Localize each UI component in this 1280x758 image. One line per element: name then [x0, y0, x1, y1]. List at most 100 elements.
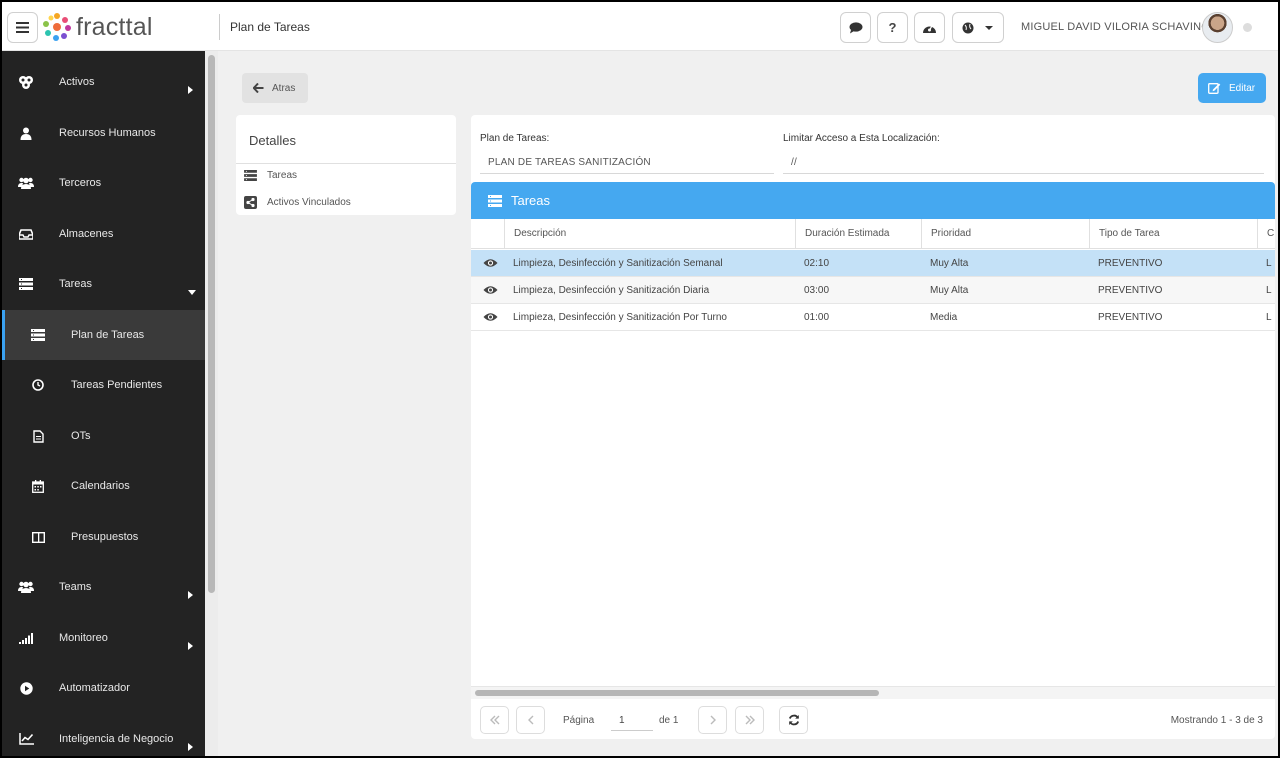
- chart-icon: [18, 731, 34, 747]
- sidebar-item-activos[interactable]: Activos: [2, 57, 205, 107]
- task-duration: 02:10: [804, 258, 830, 269]
- dashboard-icon: [923, 24, 936, 33]
- caret-right-icon: [188, 86, 193, 94]
- avatar[interactable]: [1202, 12, 1233, 43]
- sidebar-item-terceros[interactable]: Terceros: [2, 158, 205, 208]
- last-page-button[interactable]: [735, 706, 764, 734]
- user-icon: [18, 125, 34, 141]
- page-number-input[interactable]: [611, 711, 653, 731]
- next-page-button[interactable]: [698, 706, 727, 734]
- user-name[interactable]: MIGUEL DAVID VILORIA SCHAVINO: [1021, 21, 1210, 33]
- sidebar-item-label: Calendarios: [71, 480, 130, 492]
- group-icon: [18, 175, 34, 191]
- eye-icon[interactable]: [483, 258, 498, 268]
- chevron-left-icon: [527, 715, 533, 725]
- eye-icon[interactable]: [483, 285, 498, 295]
- details-link-tareas[interactable]: Tareas: [244, 170, 297, 181]
- sidebar-scrollbar-thumb[interactable]: [208, 55, 215, 593]
- table-scrollbar-thumb[interactable]: [475, 690, 879, 696]
- chat-button[interactable]: [840, 12, 871, 43]
- back-label: Atras: [272, 82, 296, 94]
- divider: [219, 14, 220, 40]
- task-priority: Muy Alta: [930, 285, 969, 296]
- column-header-duracion[interactable]: Duración Estimada: [795, 219, 921, 249]
- column-header-extra[interactable]: C: [1257, 219, 1275, 249]
- sidebar-item-label: Almacenes: [59, 228, 114, 240]
- divider: [236, 163, 456, 164]
- details-link-label: Activos Vinculados: [267, 197, 351, 208]
- task-extra: L: [1266, 285, 1272, 296]
- sidebar-item-automatizador[interactable]: Automatizador: [2, 663, 205, 713]
- sidebar-item-plan-de-tareas[interactable]: Plan de Tareas: [2, 310, 205, 360]
- hamburger-icon: [16, 22, 29, 33]
- details-link-activos-vinculados[interactable]: Activos Vinculados: [244, 196, 351, 209]
- help-button[interactable]: ?: [877, 12, 908, 43]
- refresh-button[interactable]: [779, 706, 808, 734]
- sidebar-item-label: Monitoreo: [59, 632, 108, 644]
- sidebar-item-inteligencia-de-negocio[interactable]: Inteligencia de Negocio: [2, 714, 205, 756]
- task-priority: Media: [930, 312, 958, 323]
- first-page-button[interactable]: [480, 706, 509, 734]
- tasks-icon: [18, 276, 34, 292]
- tasks-icon: [30, 327, 46, 343]
- sidebar-item-label: Activos: [59, 76, 95, 88]
- chat-icon: [849, 21, 862, 33]
- language-dropdown[interactable]: [952, 12, 1004, 43]
- sidebar-item-ots[interactable]: OTs: [2, 411, 205, 461]
- app-window: fracttal Plan de Tareas ? MIGUEL DAVID V…: [2, 2, 1278, 756]
- share-icon: [244, 196, 257, 209]
- sidebar-item-monitoreo[interactable]: Monitoreo: [2, 613, 205, 663]
- task-duration: 01:00: [804, 312, 830, 323]
- sidebar-item-label: Presupuestos: [71, 531, 139, 543]
- sidebar-item-label: Inteligencia de Negocio: [59, 733, 174, 745]
- page-total: de 1: [659, 715, 679, 726]
- table-row[interactable]: Limpieza, Desinfección y Sanitización Di…: [471, 277, 1275, 304]
- access-limit-underline: [783, 173, 1264, 174]
- sidebar-item-label: Automatizador: [59, 682, 130, 694]
- top-bar: fracttal Plan de Tareas ? MIGUEL DAVID V…: [2, 2, 1278, 51]
- dashboard-button[interactable]: [914, 12, 945, 43]
- sidebar-item-tareas-pendientes[interactable]: Tareas Pendientes: [2, 360, 205, 410]
- refresh-icon: [788, 714, 799, 726]
- column-header-prioridad[interactable]: Prioridad: [921, 219, 1089, 249]
- details-link-label: Tareas: [267, 170, 298, 181]
- task-description: Limpieza, Desinfección y Sanitización Po…: [513, 312, 727, 323]
- caret-right-icon: [188, 642, 193, 650]
- menu-button[interactable]: [7, 12, 38, 43]
- sidebar-item-teams[interactable]: Teams: [2, 562, 205, 612]
- back-button[interactable]: Atras: [242, 73, 308, 103]
- table-row[interactable]: Limpieza, Desinfección y Sanitización Se…: [471, 250, 1275, 277]
- caret-down-icon: [188, 290, 196, 295]
- fracttal-logo-icon: [43, 13, 71, 41]
- double-chevron-left-icon: [489, 715, 499, 725]
- column-header-descripcion[interactable]: Descripción: [504, 219, 795, 249]
- sidebar-item-presupuestos[interactable]: Presupuestos: [2, 512, 205, 562]
- chevron-right-icon: [710, 715, 716, 725]
- task-type: PREVENTIVO: [1098, 258, 1163, 269]
- details-title: Detalles: [249, 133, 296, 148]
- brand-logo[interactable]: fracttal: [42, 11, 153, 43]
- plan-name-underline: [480, 173, 774, 174]
- globe-icon: [962, 22, 974, 33]
- table-row[interactable]: Limpieza, Desinfección y Sanitización Po…: [471, 304, 1275, 331]
- task-description: Limpieza, Desinfección y Sanitización Se…: [513, 258, 723, 269]
- tasks-table-header: Descripción Duración Estimada Prioridad …: [471, 219, 1275, 249]
- sidebar-item-almacenes[interactable]: Almacenes: [2, 209, 205, 259]
- sidebar-item-recursos-humanos[interactable]: Recursos Humanos: [2, 108, 205, 158]
- eye-icon[interactable]: [483, 312, 498, 322]
- sidebar: Activos Recursos Humanos Terceros Almace…: [2, 51, 205, 756]
- clock-icon: [30, 377, 46, 393]
- sidebar-item-label: Teams: [59, 581, 92, 593]
- column-header-tipo[interactable]: Tipo de Tarea: [1089, 219, 1257, 249]
- sidebar-item-label: Recursos Humanos: [59, 127, 156, 139]
- caret-down-icon: [985, 25, 993, 30]
- sidebar-item-tareas[interactable]: Tareas: [2, 259, 205, 309]
- plan-main-panel: Plan de Tareas: PLAN DE TAREAS SANITIZAC…: [471, 115, 1275, 739]
- edit-button[interactable]: Editar: [1198, 73, 1266, 103]
- sidebar-item-label: Plan de Tareas: [71, 329, 145, 341]
- task-duration: 03:00: [804, 285, 830, 296]
- sidebar-item-calendarios[interactable]: Calendarios: [2, 461, 205, 511]
- prev-page-button[interactable]: [516, 706, 545, 734]
- task-priority: Muy Alta: [930, 258, 969, 269]
- details-panel: Detalles Tareas Activos Vinculados: [236, 115, 456, 215]
